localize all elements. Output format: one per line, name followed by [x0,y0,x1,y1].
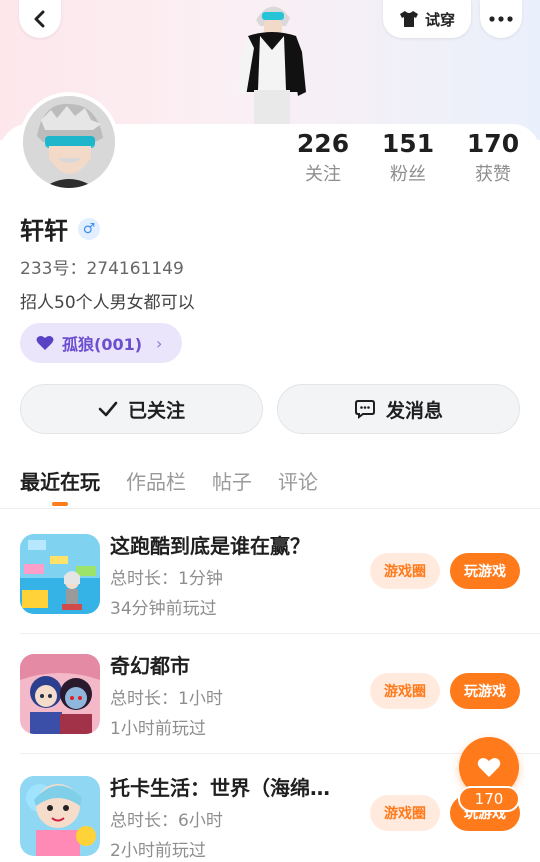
tab-works[interactable]: 作品栏 [126,466,186,495]
try-on-button[interactable]: 试穿 [383,0,471,38]
stat-value: 170 [466,129,520,158]
chevron-left-icon [34,10,45,28]
game-icon [20,534,100,614]
game-icon [20,776,100,856]
chevron-right-icon: › [156,333,163,353]
game-duration: 总时长：1分钟 [110,569,223,589]
avatar[interactable] [19,92,119,192]
stat-likes[interactable]: 170 获赞 [453,128,533,188]
like-count-badge: 170 [458,786,520,812]
checkmark-icon [98,401,118,417]
game-title: 这跑酷到底是谁在赢？ [110,534,310,558]
game-list-item[interactable]: 这跑酷到底是谁在赢？ 总时长：1分钟 34分钟前玩过 游戏圈 玩游戏 [0,534,540,654]
tabs-divider [0,508,540,509]
male-gender-icon: ♂ [78,217,100,240]
game-last-played: 34分钟前玩过 [110,599,217,619]
game-list-item[interactable]: 托卡生活：世界（海绵… 总时长：6小时 2小时前玩过 游戏圈 玩游戏 [0,776,540,862]
heart-icon [477,757,501,777]
game-list-item[interactable]: 奇幻都市 总时长：1小时 1小时前玩过 游戏圈 玩游戏 [0,654,540,774]
game-title: 托卡生活：世界（海绵… [110,776,330,800]
shirt-icon [399,11,418,27]
more-dots-icon [489,16,513,22]
username: 轩轩 [20,217,68,245]
user-bio: 招人50个人男女都可以 [20,293,195,313]
stat-value: 151 [381,129,435,158]
heart-icon [36,335,54,350]
stat-label: 粉丝 [390,164,426,185]
stat-value: 226 [296,129,350,158]
followed-button[interactable]: 已关注 [20,384,263,434]
game-title: 奇幻都市 [110,654,190,678]
send-message-label: 发消息 [385,399,443,422]
game-last-played: 2小时前玩过 [110,841,206,861]
content-tabs: 最近在玩 作品栏 帖子 评论 [20,466,344,506]
username-row: 轩轩 ♂ [20,211,100,246]
game-icon [20,654,100,734]
avatar-image [23,96,115,188]
send-message-button[interactable]: 发消息 [277,384,520,434]
guild-label: 孤狼(001) [62,335,143,354]
game-last-played: 1小时前玩过 [110,719,206,739]
stat-label: 获赞 [475,164,511,185]
character-figure [238,6,306,128]
row-divider [20,633,540,634]
game-duration: 总时长：1小时 [110,689,223,709]
game-circle-button[interactable]: 游戏圈 [370,795,440,831]
stat-label: 关注 [305,164,341,185]
user-id: 233号：274161149 [20,259,184,279]
tab-recently-played[interactable]: 最近在玩 [20,466,100,506]
tab-comments[interactable]: 评论 [278,466,318,495]
stat-following[interactable]: 226 关注 [283,128,363,188]
play-game-button[interactable]: 玩游戏 [450,673,520,709]
game-circle-button[interactable]: 游戏圈 [370,553,440,589]
play-game-button[interactable]: 玩游戏 [450,553,520,589]
stat-fans[interactable]: 151 粉丝 [368,128,448,188]
followed-label: 已关注 [127,399,185,422]
game-circle-button[interactable]: 游戏圈 [370,673,440,709]
message-icon [354,400,375,419]
guild-badge[interactable]: 孤狼(001) › [20,323,182,363]
game-duration: 总时长：6小时 [110,811,223,831]
try-on-label: 试穿 [424,10,455,29]
tab-posts[interactable]: 帖子 [212,466,252,495]
